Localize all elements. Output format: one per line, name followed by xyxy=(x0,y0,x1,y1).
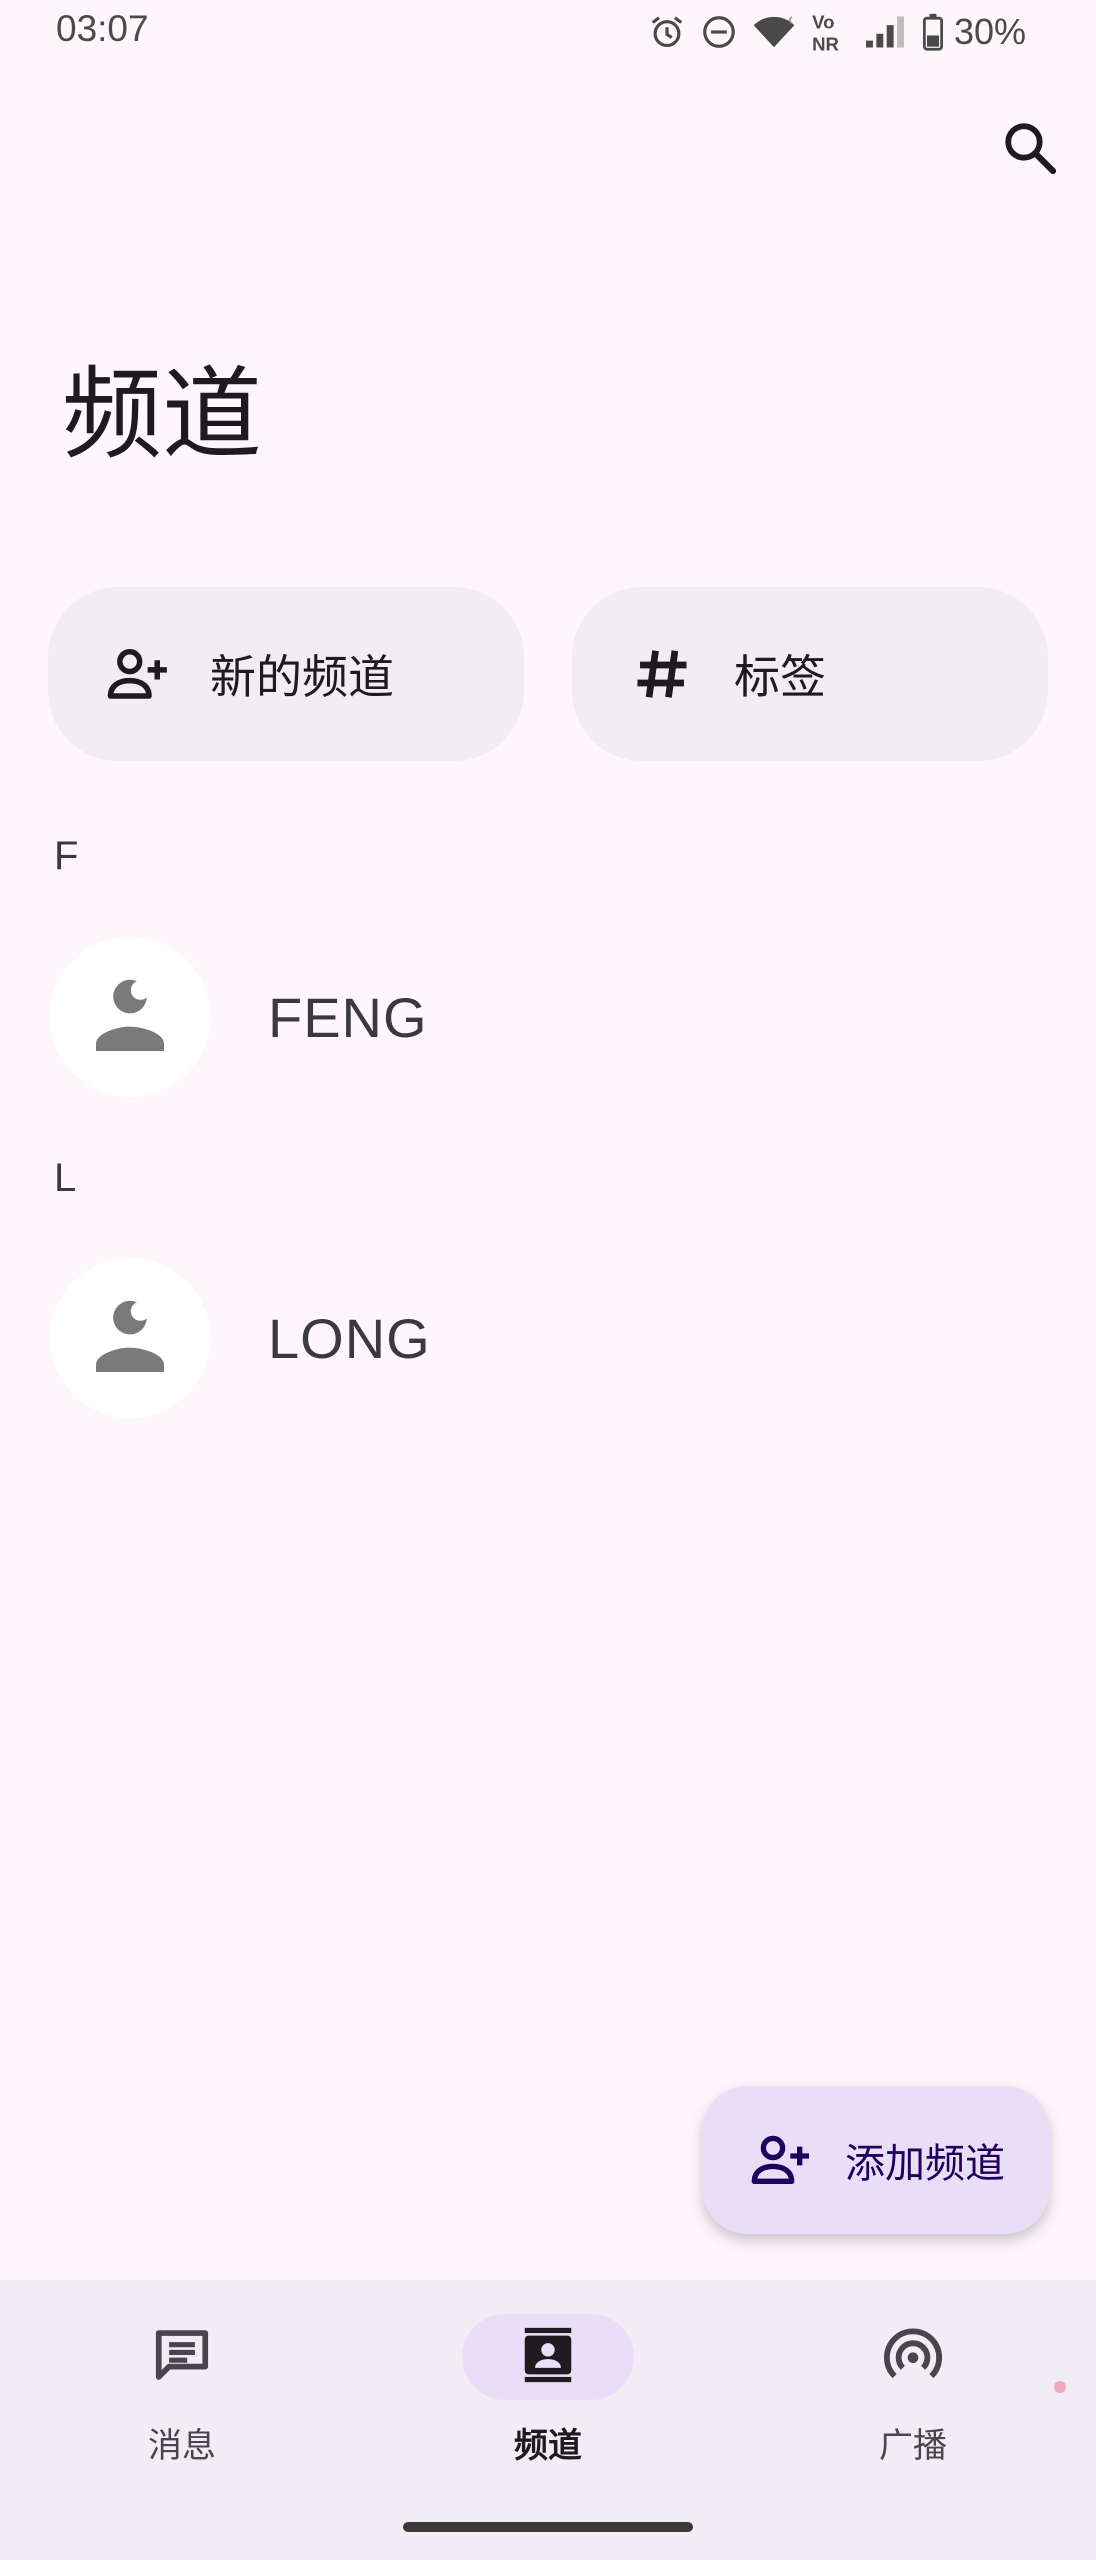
nav-item-broadcast[interactable]: 广播 xyxy=(763,2280,1063,2500)
person-add-icon xyxy=(102,638,174,710)
add-channel-label: 添加频道 xyxy=(845,2141,1005,2187)
avatar xyxy=(50,937,210,1097)
contact-name: LONG xyxy=(268,1307,431,1370)
contacts-icon xyxy=(517,2324,579,2390)
section-header-f: F xyxy=(54,834,79,878)
avatar xyxy=(50,1258,210,1418)
hash-icon xyxy=(626,638,698,710)
indicator-dot xyxy=(1054,2381,1066,2393)
svg-text:NR: NR xyxy=(812,34,839,54)
contact-name: FENG xyxy=(268,986,428,1049)
nav-label-messages: 消息 xyxy=(148,2426,216,2466)
bottom-navigation: 消息 频道 广播 xyxy=(0,2280,1096,2560)
search-icon xyxy=(1001,119,1059,181)
nav-pill xyxy=(462,2314,634,2400)
new-channel-label: 新的频道 xyxy=(210,650,394,704)
broadcast-icon xyxy=(881,2323,945,2391)
status-icons: Vo NR 30% xyxy=(648,10,1026,54)
signal-icon xyxy=(862,13,908,51)
wifi-icon xyxy=(752,13,796,51)
nav-item-messages[interactable]: 消息 xyxy=(32,2280,332,2500)
vonr-icon: Vo NR xyxy=(810,10,848,54)
message-icon xyxy=(151,2324,213,2390)
home-indicator[interactable] xyxy=(403,2522,693,2532)
tags-button[interactable]: 标签 xyxy=(572,587,1048,761)
page-title: 频道 xyxy=(62,356,262,473)
nav-label-broadcast: 广播 xyxy=(879,2426,947,2466)
battery-icon xyxy=(922,13,944,51)
dnd-icon xyxy=(700,13,738,51)
status-time: 03:07 xyxy=(56,8,149,49)
search-button[interactable] xyxy=(990,110,1070,190)
nav-pill xyxy=(827,2314,999,2400)
person-icon xyxy=(82,1288,178,1388)
person-icon xyxy=(82,967,178,1067)
nav-item-channels[interactable]: 频道 xyxy=(398,2280,698,2500)
status-bar: 03:07 Vo NR 30% xyxy=(0,0,1096,64)
alarm-icon xyxy=(648,13,686,51)
contact-row[interactable]: LONG xyxy=(0,1258,1096,1422)
tags-label: 标签 xyxy=(734,650,826,704)
add-channel-fab[interactable]: 添加频道 xyxy=(703,2086,1049,2234)
contact-row[interactable]: FENG xyxy=(0,937,1096,1101)
person-add-icon xyxy=(745,2124,817,2196)
nav-pill xyxy=(96,2314,268,2400)
svg-text:Vo: Vo xyxy=(812,12,834,33)
battery-percent: 30% xyxy=(953,11,1026,52)
new-channel-button[interactable]: 新的频道 xyxy=(48,587,524,761)
nav-label-channels: 频道 xyxy=(514,2426,582,2466)
section-header-l: L xyxy=(54,1156,77,1200)
